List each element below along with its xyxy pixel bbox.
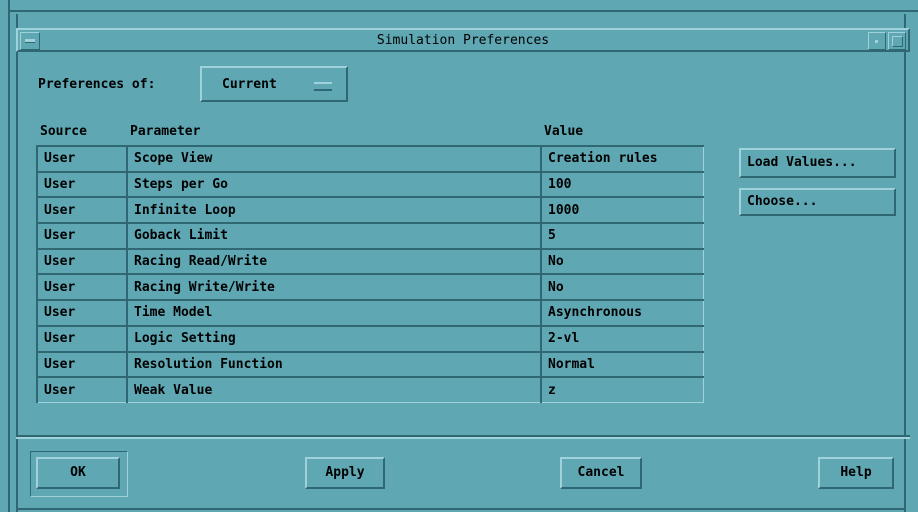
value-cell[interactable]: 100	[540, 170, 704, 198]
parameter-cell[interactable]: Weak Value	[126, 376, 542, 404]
preferences-of-label: Preferences of:	[38, 77, 156, 92]
parameter-cell[interactable]: Infinite Loop	[126, 196, 542, 224]
parameter-cell[interactable]: Racing Write/Write	[126, 273, 542, 301]
table-row[interactable]: User Weak Value z	[36, 376, 704, 404]
footer-separator	[16, 435, 910, 439]
preferences-of-option-menu[interactable]: Current	[200, 66, 348, 102]
option-menu-indicator-icon	[314, 82, 332, 91]
table-row[interactable]: User Resolution Function Normal	[36, 350, 704, 378]
window-border-bottom	[16, 508, 906, 510]
preferences-table: User Scope View Creation rules User Steps p…	[36, 145, 704, 404]
source-cell[interactable]: User	[36, 222, 128, 250]
minimize-icon	[875, 40, 878, 43]
value-cell[interactable]: Asynchronous	[540, 299, 704, 327]
parameter-cell[interactable]: Time Model	[126, 299, 542, 327]
source-cell[interactable]: User	[36, 350, 128, 378]
table-row[interactable]: User Scope View Creation rules	[36, 145, 704, 173]
window-title: Simulation Preferences	[376, 33, 550, 48]
table-row[interactable]: User Racing Write/Write No	[36, 273, 704, 301]
title-bar[interactable]: Simulation Preferences	[16, 28, 910, 52]
table-row[interactable]: User Racing Read/Write No	[36, 247, 704, 275]
preferences-of-value: Current	[222, 77, 277, 92]
parameter-cell[interactable]: Resolution Function	[126, 350, 542, 378]
parameter-cell[interactable]: Scope View	[126, 145, 542, 173]
table-row[interactable]: User Steps per Go 100	[36, 170, 704, 198]
help-button[interactable]: Help	[818, 457, 894, 489]
parameter-cell[interactable]: Goback Limit	[126, 222, 542, 250]
source-cell[interactable]: User	[36, 145, 128, 173]
parameter-cell[interactable]: Steps per Go	[126, 170, 542, 198]
column-header-source: Source	[40, 124, 87, 139]
source-cell[interactable]: User	[36, 299, 128, 327]
load-values-button[interactable]: Load Values...	[739, 148, 896, 178]
parameter-cell[interactable]: Logic Setting	[126, 324, 542, 352]
value-cell[interactable]: Normal	[540, 350, 704, 378]
table-row[interactable]: User Logic Setting 2-vl	[36, 324, 704, 352]
value-cell[interactable]: Creation rules	[540, 145, 704, 173]
table-row[interactable]: User Time Model Asynchronous	[36, 299, 704, 327]
apply-button[interactable]: Apply	[305, 457, 385, 489]
column-header-parameter: Parameter	[130, 124, 201, 139]
cancel-button[interactable]: Cancel	[560, 457, 642, 489]
table-row[interactable]: User Infinite Loop 1000	[36, 196, 704, 224]
value-cell[interactable]: 5	[540, 222, 704, 250]
table-row[interactable]: User Goback Limit 5	[36, 222, 704, 250]
value-cell[interactable]: 2-vl	[540, 324, 704, 352]
source-cell[interactable]: User	[36, 324, 128, 352]
choose-button[interactable]: Choose...	[739, 188, 896, 216]
value-cell[interactable]: 1000	[540, 196, 704, 224]
source-cell[interactable]: User	[36, 376, 128, 404]
minimize-button[interactable]	[868, 32, 886, 50]
maximize-icon	[892, 36, 903, 47]
ok-button[interactable]: OK	[36, 457, 120, 489]
maximize-button[interactable]	[888, 32, 906, 50]
column-header-value: Value	[544, 124, 584, 139]
value-cell[interactable]: No	[540, 273, 704, 301]
source-cell[interactable]: User	[36, 273, 128, 301]
source-cell[interactable]: User	[36, 196, 128, 224]
source-cell[interactable]: User	[36, 170, 128, 198]
value-cell[interactable]: z	[540, 376, 704, 404]
parameter-cell[interactable]: Racing Read/Write	[126, 247, 542, 275]
value-cell[interactable]: No	[540, 247, 704, 275]
source-cell[interactable]: User	[36, 247, 128, 275]
window-border-top	[8, 10, 918, 12]
